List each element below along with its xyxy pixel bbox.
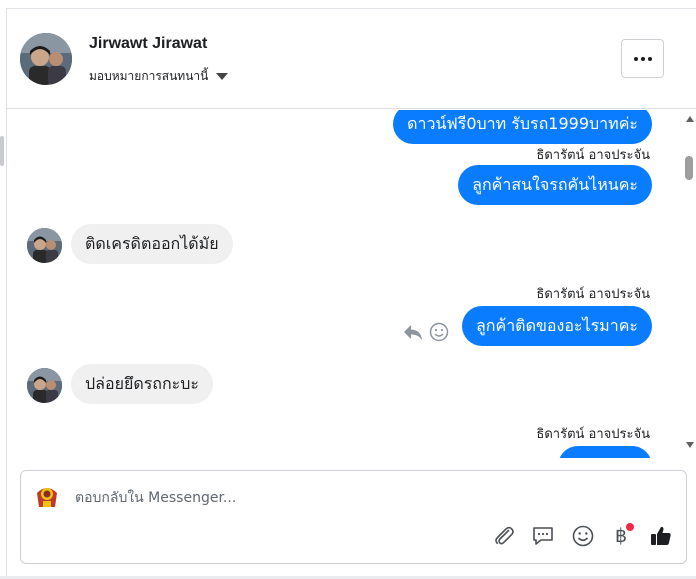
more-dot xyxy=(647,56,652,61)
notification-dot xyxy=(626,523,634,531)
panel-resize-handle[interactable] xyxy=(0,136,4,166)
reply-icon[interactable] xyxy=(402,322,424,342)
contact-message-avatar[interactable] xyxy=(27,228,62,263)
emoji-icon[interactable] xyxy=(570,523,596,549)
incoming-message[interactable]: ติดเครดิตออกได้มัย xyxy=(71,224,233,264)
contact-avatar[interactable] xyxy=(20,33,72,85)
contact-name[interactable]: Jirwawt Jirawat xyxy=(89,35,207,53)
outgoing-message[interactable]: ดาวน์ฟรี0บาท รับรถ1999บาทค่ะ xyxy=(393,110,652,144)
left-panel-edge xyxy=(0,8,7,579)
message-thread[interactable]: ดาวน์ฟรี0บาท รับรถ1999บาทค่ะ ธิดารัตน์ อ… xyxy=(7,110,696,458)
incoming-message[interactable]: ปล่อยยึดรถกะบะ xyxy=(71,364,214,404)
message-scrollbar[interactable] xyxy=(683,110,696,458)
thumbs-up-icon[interactable] xyxy=(648,523,674,549)
scrollbar-thumb[interactable] xyxy=(685,156,693,180)
sender-name: ธิดารัตน์ อาจประจัน xyxy=(536,427,650,442)
assign-conversation-dropdown[interactable]: มอบหมายการสนทนานี้ xyxy=(89,67,229,86)
smiley-icon[interactable] xyxy=(429,322,449,342)
baht-icon[interactable]: ฿ xyxy=(608,523,634,549)
contact-avatar-image xyxy=(27,368,62,403)
scroll-up-arrow-icon[interactable] xyxy=(686,116,694,122)
outgoing-message-partial[interactable] xyxy=(558,446,652,458)
reply-input[interactable] xyxy=(75,483,475,513)
more-dot xyxy=(640,56,645,61)
more-horizontal-icon xyxy=(633,56,638,61)
outgoing-message[interactable]: ลูกค้าติดของอะไรมาคะ xyxy=(462,306,652,346)
sender-name: ธิดารัตน์ อาจประจัน xyxy=(536,148,650,163)
conversation-header: Jirwawt Jirawat มอบหมายการสนทนานี้ xyxy=(7,9,696,109)
sender-name: ธิดารัตน์ อาจประจัน xyxy=(536,287,650,302)
more-options-button[interactable] xyxy=(621,39,664,78)
paperclip-icon[interactable] xyxy=(491,523,517,549)
contact-message-avatar[interactable] xyxy=(27,368,62,403)
reply-composer: ฿ xyxy=(20,470,687,564)
chat-bubble-icon[interactable] xyxy=(530,523,556,549)
caret-down-icon xyxy=(216,73,229,80)
outgoing-message[interactable]: ลูกค้าสนใจรถคันไหนคะ xyxy=(458,165,652,205)
messenger-conversation-panel: Jirwawt Jirawat มอบหมายการสนทนานี้ ดาวน์… xyxy=(0,0,696,579)
page-avatar xyxy=(32,481,62,511)
scroll-down-arrow-icon[interactable] xyxy=(686,442,694,448)
contact-avatar-image xyxy=(20,33,72,85)
contact-avatar-image xyxy=(27,228,62,263)
assign-conversation-label: มอบหมายการสนทนานี้ xyxy=(89,69,209,83)
